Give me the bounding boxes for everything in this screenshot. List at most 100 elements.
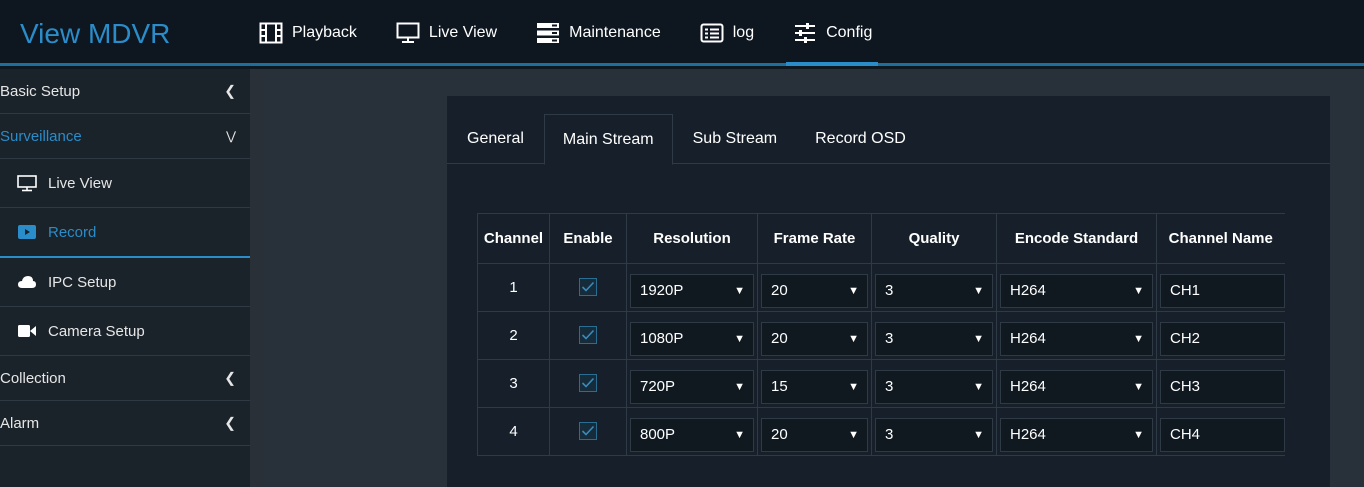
- dropdown-arrow-icon: ▼: [1133, 284, 1144, 297]
- tab-record-osd[interactable]: Record OSD: [795, 114, 924, 164]
- sidebar-item-ipc-setup[interactable]: IPC Setup: [0, 258, 250, 307]
- sidebar: Basic Setup ❮ Surveillance ⋁ Live View R…: [0, 69, 250, 487]
- encode-standard-value: H264: [1010, 378, 1046, 395]
- header-channel-name: Channel Name: [1156, 213, 1285, 264]
- quality-value: 3: [885, 378, 894, 395]
- table-row: 4 800P ▼ 20 ▼ 3 ▼ H264 ▼ CH4: [477, 407, 1285, 456]
- channel-number: 1: [477, 263, 550, 312]
- channel-name-value: CH2: [1170, 330, 1201, 347]
- nav-playback[interactable]: Playback: [258, 0, 371, 66]
- sidebar-item-ipc-setup-label: IPC Setup: [48, 273, 117, 291]
- encode-standard-value: H264: [1010, 282, 1046, 299]
- dropdown-arrow-icon: ▼: [1133, 428, 1144, 441]
- dropdown-arrow-icon: ▼: [973, 380, 984, 393]
- chevron-left-icon: ❮: [224, 82, 236, 99]
- dropdown-arrow-icon: ▼: [734, 284, 745, 297]
- frame-rate-value: 20: [771, 330, 788, 347]
- table-row: 2 1080P ▼ 20 ▼ 3 ▼ H264 ▼ CH2: [477, 311, 1285, 360]
- dropdown-arrow-icon: ▼: [848, 332, 859, 345]
- quality-select[interactable]: 3 ▼: [875, 369, 993, 404]
- cloud-icon: [16, 273, 38, 291]
- channel-name-input[interactable]: CH2: [1160, 321, 1285, 356]
- check-icon: [581, 281, 595, 292]
- resolution-select[interactable]: 720P ▼: [630, 369, 754, 404]
- sidebar-alarm[interactable]: Alarm ❮: [0, 401, 250, 446]
- channel-name-input[interactable]: CH4: [1160, 417, 1285, 452]
- nav-playback-label: Playback: [292, 24, 357, 41]
- frame-rate-select[interactable]: 20 ▼: [761, 417, 868, 452]
- table-row: 3 720P ▼ 15 ▼ 3 ▼ H264 ▼ CH3: [477, 359, 1285, 408]
- sidebar-basic-setup[interactable]: Basic Setup ❮: [0, 69, 250, 114]
- nav-config[interactable]: Config: [786, 0, 886, 66]
- sidebar-surveillance-label: Surveillance: [0, 127, 82, 145]
- resolution-select[interactable]: 800P ▼: [630, 417, 754, 452]
- dropdown-arrow-icon: ▼: [848, 428, 859, 441]
- list-icon: [699, 22, 725, 44]
- channel-name-input[interactable]: CH1: [1160, 273, 1285, 308]
- resolution-value: 1920P: [640, 282, 684, 299]
- encode-standard-value: H264: [1010, 426, 1046, 443]
- nav-maintenance[interactable]: Maintenance: [535, 0, 675, 66]
- dropdown-arrow-icon: ▼: [734, 380, 745, 393]
- monitor-icon: [16, 174, 38, 192]
- chevron-down-icon: ⋁: [226, 129, 236, 143]
- channel-name-input[interactable]: CH3: [1160, 369, 1285, 404]
- check-icon: [581, 425, 595, 436]
- enable-checkbox[interactable]: [579, 278, 597, 296]
- enable-checkbox[interactable]: [579, 326, 597, 344]
- nav-maintenance-label: Maintenance: [569, 24, 661, 41]
- sidebar-item-live-view-label: Live View: [48, 174, 112, 192]
- table-row: 1 1920P ▼ 20 ▼ 3 ▼ H264 ▼ CH1: [477, 263, 1285, 312]
- dropdown-arrow-icon: ▼: [973, 284, 984, 297]
- resolution-value: 1080P: [640, 330, 684, 347]
- tab-general-label: General: [467, 130, 524, 147]
- resolution-value: 720P: [640, 378, 676, 395]
- quality-select[interactable]: 3 ▼: [875, 417, 993, 452]
- nav-live-view[interactable]: Live View: [395, 0, 511, 66]
- encode-standard-select[interactable]: H264 ▼: [1000, 321, 1153, 356]
- quality-select[interactable]: 3 ▼: [875, 321, 993, 356]
- quality-value: 3: [885, 426, 894, 443]
- frame-rate-select[interactable]: 20 ▼: [761, 321, 868, 356]
- quality-select[interactable]: 3 ▼: [875, 273, 993, 308]
- enable-checkbox[interactable]: [579, 422, 597, 440]
- encode-standard-select[interactable]: H264 ▼: [1000, 417, 1153, 452]
- enable-checkbox[interactable]: [579, 374, 597, 392]
- tab-record-osd-label: Record OSD: [815, 130, 906, 147]
- main-stream-table: Channel Enable Resolution Frame Rate Qua…: [477, 213, 1285, 456]
- sidebar-item-camera-setup[interactable]: Camera Setup: [0, 307, 250, 356]
- dropdown-arrow-icon: ▼: [1133, 332, 1144, 345]
- table-header-row: Channel Enable Resolution Frame Rate Qua…: [477, 213, 1285, 264]
- dropdown-arrow-icon: ▼: [848, 284, 859, 297]
- channel-name-value: CH1: [1170, 282, 1201, 299]
- check-icon: [581, 377, 595, 388]
- check-icon: [581, 329, 595, 340]
- frame-rate-select[interactable]: 15 ▼: [761, 369, 868, 404]
- sidebar-item-record[interactable]: Record: [0, 208, 250, 258]
- sidebar-alarm-label: Alarm: [0, 414, 40, 432]
- frame-rate-value: 20: [771, 282, 788, 299]
- resolution-select[interactable]: 1920P ▼: [630, 273, 754, 308]
- dropdown-arrow-icon: ▼: [734, 332, 745, 345]
- resolution-select[interactable]: 1080P ▼: [630, 321, 754, 356]
- sidebar-item-record-label: Record: [48, 223, 97, 241]
- stream-tabs: General Main Stream Sub Stream Record OS…: [447, 114, 1330, 165]
- dropdown-arrow-icon: ▼: [848, 380, 859, 393]
- nav-config-label: Config: [826, 24, 873, 41]
- quality-value: 3: [885, 330, 894, 347]
- sidebar-collection[interactable]: Collection ❮: [0, 356, 250, 401]
- encode-standard-select[interactable]: H264 ▼: [1000, 273, 1153, 308]
- tab-sub-stream[interactable]: Sub Stream: [673, 114, 795, 164]
- tab-main-stream[interactable]: Main Stream: [543, 114, 673, 165]
- server-icon: [535, 22, 561, 44]
- tab-general[interactable]: General: [447, 114, 544, 164]
- sidebar-surveillance[interactable]: Surveillance ⋁: [0, 114, 250, 159]
- sliders-icon: [792, 22, 818, 44]
- nav-log[interactable]: log: [699, 0, 768, 66]
- frame-rate-select[interactable]: 20 ▼: [761, 273, 868, 308]
- sidebar-item-live-view[interactable]: Live View: [0, 159, 250, 208]
- dropdown-arrow-icon: ▼: [973, 332, 984, 345]
- frame-rate-value: 15: [771, 378, 788, 395]
- encode-standard-select[interactable]: H264 ▼: [1000, 369, 1153, 404]
- channel-number: 3: [477, 359, 550, 408]
